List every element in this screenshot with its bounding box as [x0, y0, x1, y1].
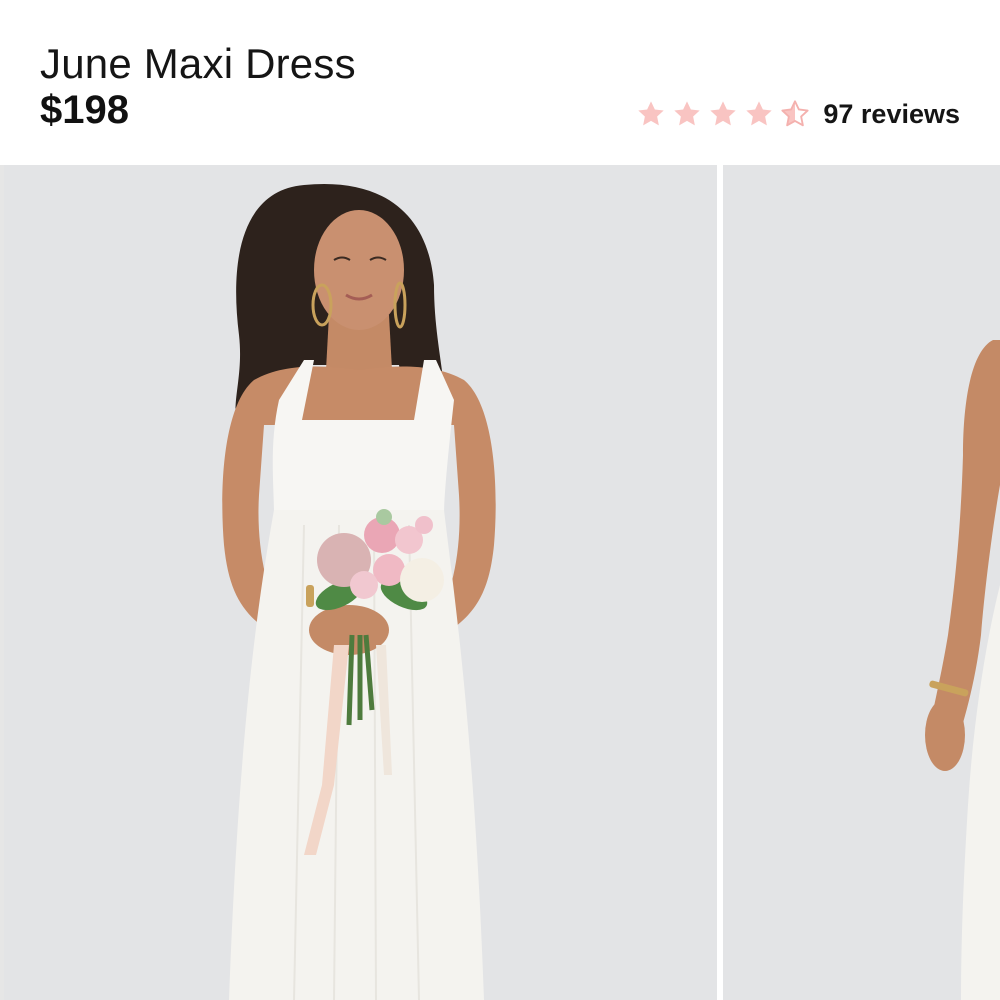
product-price: $198 [40, 88, 129, 132]
rating-summary[interactable]: 97 reviews [635, 94, 960, 134]
star-icon [746, 101, 773, 126]
product-image-gallery[interactable] [0, 165, 1000, 1000]
product-header: June Maxi Dress $198 97 reviews [0, 0, 1000, 165]
product-image-secondary[interactable] [723, 165, 1000, 1000]
star-icon [674, 101, 701, 126]
star-icon [638, 101, 665, 126]
model-photo-side [723, 165, 1000, 1000]
star-icon [710, 101, 737, 126]
half-star-icon [781, 100, 809, 127]
product-image-main[interactable] [4, 165, 717, 1000]
product-title: June Maxi Dress [40, 40, 356, 88]
model-photo-front [4, 165, 717, 1000]
star-rating [635, 98, 811, 130]
reviews-link[interactable]: 97 reviews [823, 99, 960, 130]
